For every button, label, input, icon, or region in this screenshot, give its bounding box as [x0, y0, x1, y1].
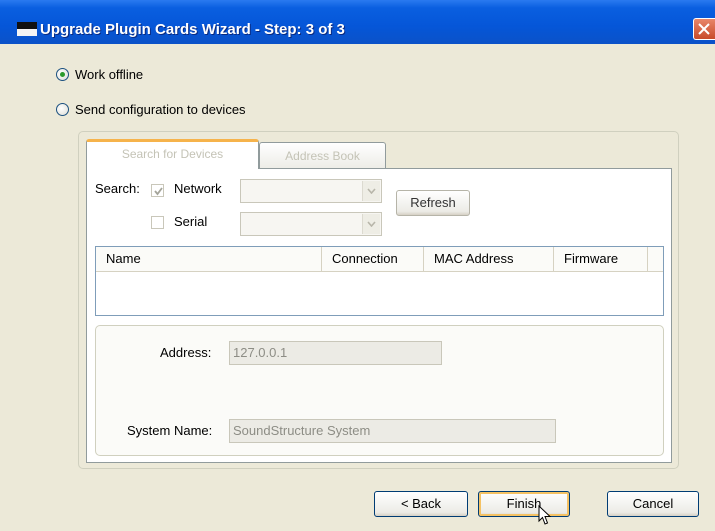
window-title: Upgrade Plugin Cards Wizard - Step: 3 of…	[40, 21, 345, 38]
device-list[interactable]: Name Connection MAC Address Firmware	[95, 246, 664, 316]
work-offline-label: Work offline	[75, 67, 144, 82]
refresh-button[interactable]: Refresh	[396, 190, 470, 216]
work-offline-radio[interactable]	[56, 68, 69, 81]
send-config-label: Send configuration to devices	[75, 102, 246, 117]
mouse-cursor-icon	[538, 505, 552, 525]
system-name-label: System Name:	[127, 423, 213, 438]
network-label: Network	[174, 181, 222, 196]
work-offline-option[interactable]: Work offline	[56, 67, 143, 82]
cancel-button[interactable]: Cancel	[607, 491, 699, 517]
app-icon	[17, 22, 37, 36]
address-label: Address:	[160, 345, 212, 360]
serial-select-arrow[interactable]	[362, 214, 380, 234]
serial-checkbox[interactable]	[151, 216, 164, 229]
search-label: Search:	[95, 181, 140, 196]
column-header-mac-address[interactable]: MAC Address	[424, 247, 554, 271]
serial-select[interactable]	[240, 212, 382, 236]
column-header-firmware[interactable]: Firmware	[554, 247, 648, 271]
finish-button[interactable]: Finish	[478, 491, 570, 517]
close-icon	[698, 23, 710, 35]
close-button[interactable]	[693, 18, 715, 40]
back-button[interactable]: < Back	[374, 491, 468, 517]
chevron-down-icon	[367, 188, 376, 194]
tab-search-for-devices[interactable]: Search for Devices	[86, 139, 259, 169]
checkmark-icon	[154, 187, 163, 196]
title-bar: Upgrade Plugin Cards Wizard - Step: 3 of…	[0, 0, 715, 44]
tab-address-book[interactable]: Address Book	[259, 142, 386, 170]
system-name-field[interactable]: SoundStructure System	[229, 419, 556, 443]
column-header-connection[interactable]: Connection	[322, 247, 424, 271]
network-select-arrow[interactable]	[362, 181, 380, 201]
send-config-radio[interactable]	[56, 103, 69, 116]
send-config-option[interactable]: Send configuration to devices	[56, 102, 246, 117]
network-checkbox[interactable]	[151, 184, 164, 197]
network-select[interactable]	[240, 179, 382, 203]
address-field[interactable]: 127.0.0.1	[229, 341, 442, 365]
chevron-down-icon	[367, 221, 376, 227]
column-header-name[interactable]: Name	[96, 247, 322, 271]
serial-label: Serial	[174, 214, 208, 229]
device-list-header: Name Connection MAC Address Firmware	[96, 247, 663, 272]
